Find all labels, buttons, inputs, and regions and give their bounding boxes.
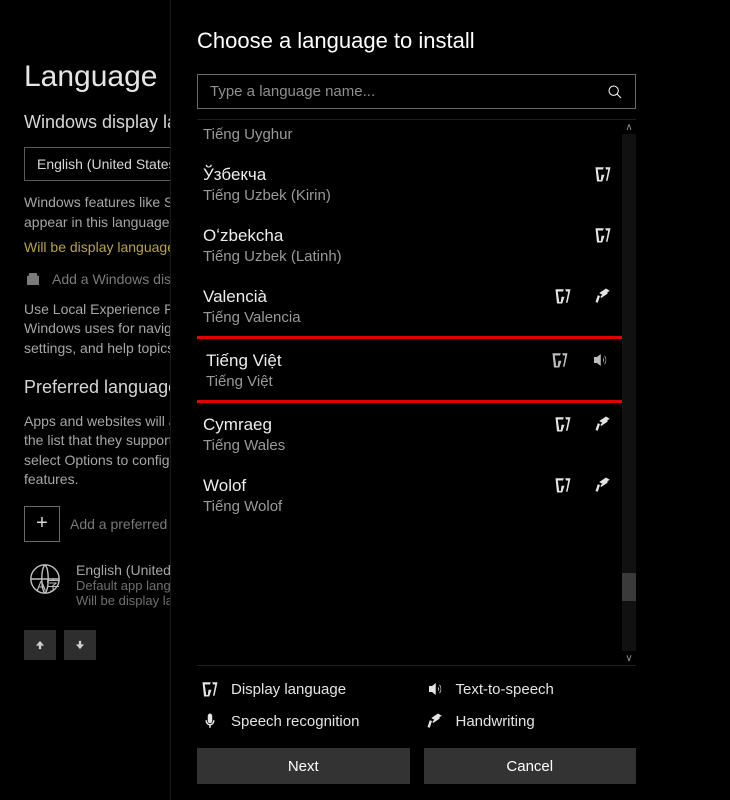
dialog-buttons: Next Cancel	[197, 748, 636, 784]
store-icon	[24, 270, 42, 288]
move-down-button	[64, 630, 96, 660]
feature-legend: Display language Text-to-speech Speech r…	[197, 666, 636, 748]
language-local-name: Tiếng Wolof	[203, 498, 616, 515]
legend-display: Display language	[201, 680, 408, 698]
language-feature-icons	[594, 226, 612, 244]
language-local-name: Tiếng Wales	[203, 437, 616, 454]
text-to-speech-icon	[591, 351, 609, 369]
language-item[interactable]: Oʻzbekcha Tiếng Uzbek (Latinh)	[197, 214, 622, 275]
display-language-icon	[594, 165, 612, 183]
handwriting-icon	[594, 476, 612, 494]
speech-recognition-icon	[201, 712, 219, 730]
text-to-speech-icon	[426, 680, 444, 698]
scroll-up-arrow[interactable]: ∧	[622, 120, 636, 134]
language-feature-icons	[594, 165, 612, 183]
language-item[interactable]: ValenciàTiếng Valencia	[197, 275, 622, 336]
display-language-icon	[551, 351, 569, 369]
plus-icon: +	[24, 506, 60, 542]
display-language-icon	[554, 476, 572, 494]
legend-handwriting-label: Handwriting	[456, 713, 535, 730]
language-local-name: Tiếng Uzbek (Kirin)	[203, 187, 616, 204]
language-list-container: Tiếng Uyghur Ўзбекча Tiếng Uzbek (Kirin) Oʻ…	[197, 119, 636, 666]
handwriting-icon	[594, 415, 612, 433]
install-language-dialog: Choose a language to install Type a lang…	[170, 0, 662, 800]
display-language-icon	[201, 680, 219, 698]
language-list[interactable]: Tiếng Uyghur Ўзбекча Tiếng Uzbek (Kirin) Oʻ…	[197, 120, 622, 665]
legend-tts-label: Text-to-speech	[456, 681, 554, 698]
language-item[interactable]: WolofTiếng Wolof	[197, 464, 622, 525]
scroll-thumb[interactable]	[622, 573, 636, 601]
handwriting-icon	[426, 712, 444, 730]
language-local-name: Tiếng Việt	[206, 373, 613, 390]
language-item[interactable]: CymraegTiếng Wales	[197, 403, 622, 464]
search-icon	[607, 84, 623, 100]
legend-speech-label: Speech recognition	[231, 713, 359, 730]
language-item[interactable]: Tiếng ViệtTiếng Việt	[197, 336, 622, 403]
globe-language-icon	[28, 562, 62, 596]
language-item[interactable]: Tiếng Uyghur	[197, 120, 622, 153]
dialog-title: Choose a language to install	[197, 28, 636, 54]
display-language-icon	[554, 415, 572, 433]
search-placeholder: Type a language name...	[210, 83, 375, 100]
legend-speech: Speech recognition	[201, 712, 408, 730]
move-up-button	[24, 630, 56, 660]
language-native-name: Ўзбекча	[203, 165, 616, 185]
legend-display-label: Display language	[231, 681, 346, 698]
language-feature-icons	[551, 351, 609, 369]
search-input[interactable]: Type a language name...	[197, 74, 636, 109]
language-local-name: Tiếng Uyghur	[203, 126, 616, 143]
display-language-icon	[554, 287, 572, 305]
language-feature-icons	[554, 476, 612, 494]
handwriting-icon	[594, 287, 612, 305]
scrollbar[interactable]: ∧ ∨	[622, 120, 636, 665]
next-button[interactable]: Next	[197, 748, 410, 784]
language-local-name: Tiếng Uzbek (Latinh)	[203, 248, 616, 265]
language-feature-icons	[554, 415, 612, 433]
display-language-icon	[594, 226, 612, 244]
cancel-button[interactable]: Cancel	[424, 748, 637, 784]
scroll-down-arrow[interactable]: ∨	[622, 651, 636, 665]
language-feature-icons	[554, 287, 612, 305]
legend-handwriting: Handwriting	[426, 712, 633, 730]
legend-tts: Text-to-speech	[426, 680, 633, 698]
scroll-track[interactable]	[622, 134, 636, 651]
language-item[interactable]: Ўзбекча Tiếng Uzbek (Kirin)	[197, 153, 622, 214]
language-local-name: Tiếng Valencia	[203, 309, 616, 326]
language-native-name: Oʻzbekcha	[203, 226, 616, 246]
